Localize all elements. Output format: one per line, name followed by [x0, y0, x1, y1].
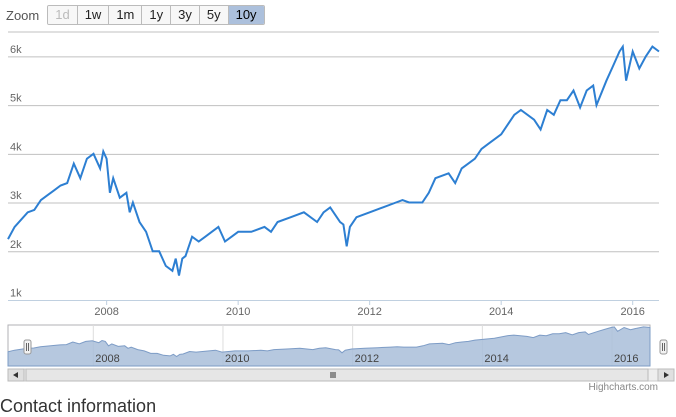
price-line	[7, 43, 660, 276]
x-tick-label: 2010	[226, 306, 250, 318]
section-heading: Contact information	[0, 396, 157, 416]
stock-chart: 1k2k3k4k5k6k 2008 2010 2012 2014 2016 2008 20…	[7, 31, 675, 382]
navigator-handle-left[interactable]	[23, 339, 32, 355]
y-tick-label: 3k	[10, 190, 22, 202]
scrollbar	[7, 368, 675, 382]
y-tick-label: 1k	[10, 288, 22, 300]
grid-lines	[8, 31, 659, 301]
x-tick-label: 2014	[489, 306, 513, 318]
navigator: 2008 2010 2012 2014 2016	[7, 324, 668, 367]
y-tick-label: 6k	[10, 44, 22, 56]
navigator-label: 2014	[484, 353, 508, 365]
navigator-handle-right[interactable]	[659, 339, 668, 355]
navigator-label: 2010	[225, 353, 249, 365]
handle-grip	[23, 339, 32, 355]
x-tick-label: 2016	[620, 306, 644, 318]
scrollbar-thumb[interactable]	[25, 368, 649, 382]
x-tick-label: 2012	[357, 306, 381, 318]
x-tick-label: 2008	[94, 306, 118, 318]
x-axis: 2008 2010 2012 2014 2016	[8, 300, 659, 318]
navigator-label: 2016	[614, 353, 638, 365]
y-axis-tick-labels: 1k 2k 3k 4k 5k 6k	[10, 44, 22, 300]
y-tick-label: 2k	[10, 239, 22, 251]
navigator-label: 2008	[95, 353, 119, 365]
y-tick-label: 4k	[10, 141, 22, 153]
navigator-label: 2012	[355, 353, 379, 365]
handle-grip	[659, 339, 668, 355]
y-tick-label: 5k	[10, 93, 22, 105]
credits-link[interactable]: Highcharts.com	[589, 382, 658, 393]
